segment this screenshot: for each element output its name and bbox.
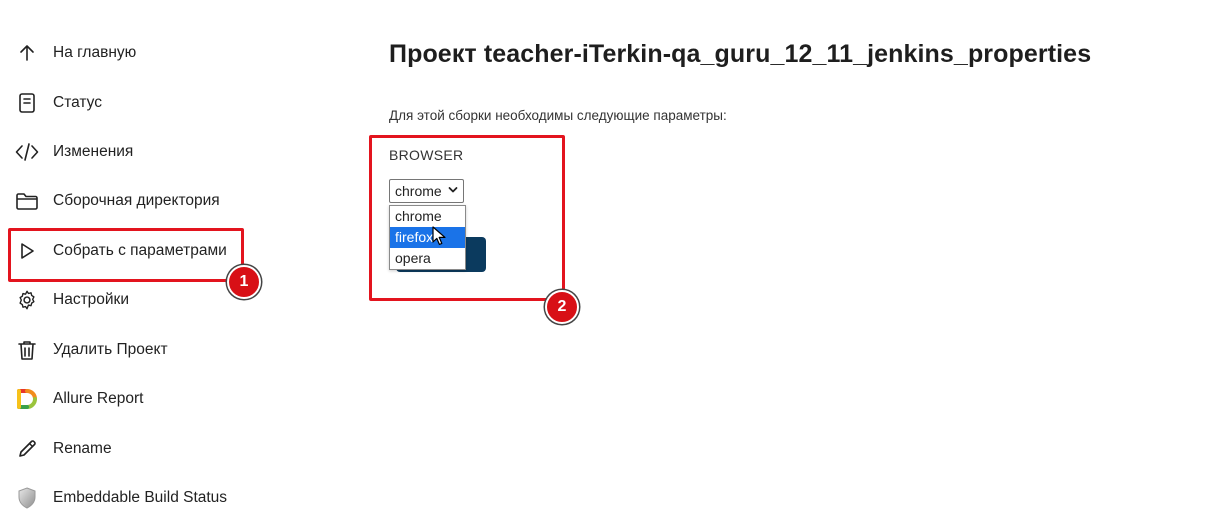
parameters-description: Для этой сборки необходимы следующие пар… (389, 108, 727, 123)
sidebar-item-label: Embeddable Build Status (53, 489, 228, 506)
sidebar-item-label: Статус (53, 94, 102, 111)
page-title: Проект teacher-iTerkin-qa_guru_12_11_jen… (389, 40, 1092, 68)
code-icon (14, 139, 40, 165)
sidebar-item-allure-report[interactable]: Allure Report (14, 384, 143, 414)
highlight-box-1 (8, 228, 244, 282)
allure-icon (14, 386, 40, 412)
trash-icon (14, 337, 40, 363)
arrow-up-icon (14, 40, 40, 66)
folder-icon (14, 188, 40, 214)
sidebar-item-changes[interactable]: Изменения (14, 137, 133, 167)
sidebar-item-label: Rename (53, 440, 112, 457)
sidebar-item-label: Настройки (53, 291, 130, 308)
sidebar-item-home[interactable]: На главную (14, 38, 136, 68)
gear-icon (14, 287, 40, 313)
annotation-badge-2: 2 (545, 290, 579, 324)
sidebar-item-rename[interactable]: Rename (14, 434, 112, 464)
document-icon (14, 90, 40, 116)
highlight-box-2 (369, 135, 565, 301)
annotation-badge-1: 1 (227, 265, 261, 299)
sidebar-item-delete-project[interactable]: Удалить Проект (14, 335, 168, 365)
sidebar-item-label: Сборочная директория (53, 192, 220, 209)
sidebar-item-embeddable-build-status[interactable]: Embeddable Build Status (14, 483, 227, 513)
sidebar-item-label: Изменения (53, 143, 134, 160)
sidebar-item-status[interactable]: Статус (14, 88, 102, 118)
sidebar-item-label: На главную (53, 44, 137, 61)
sidebar-item-label: Удалить Проект (53, 341, 168, 358)
pencil-icon (14, 436, 40, 462)
sidebar-item-settings[interactable]: Настройки (14, 285, 129, 315)
sidebar-item-label: Allure Report (53, 390, 144, 407)
sidebar-item-workspace[interactable]: Сборочная директория (14, 186, 220, 216)
shield-icon (14, 485, 40, 511)
